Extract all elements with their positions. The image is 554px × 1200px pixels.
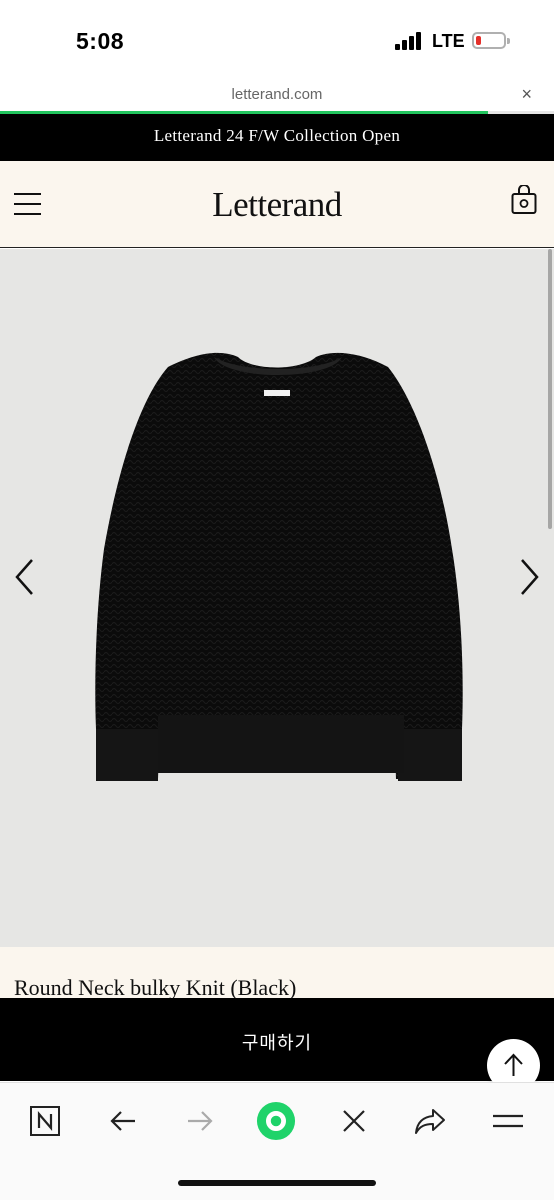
green-circle-icon[interactable] — [256, 1101, 296, 1141]
share-icon[interactable] — [410, 1101, 450, 1141]
site-logo[interactable]: Letterand — [0, 185, 554, 225]
network-label: LTE — [432, 31, 465, 51]
product-image-carousel[interactable] — [0, 249, 554, 947]
status-bar: 5:08 LTE — [0, 0, 554, 78]
announcement-banner[interactable]: Letterand 24 F/W Collection Open — [0, 114, 554, 161]
page-scrollbar[interactable] — [548, 249, 552, 529]
shopping-bag-icon[interactable] — [511, 184, 537, 215]
status-time: 5:08 — [76, 28, 125, 54]
announcement-text: Letterand 24 F/W Collection Open — [153, 126, 401, 145]
product-title: Round Neck bulky Knit (Black) — [14, 975, 297, 999]
buy-button[interactable]: 구매하기 — [0, 998, 554, 1081]
battery-icon — [472, 32, 510, 49]
buy-button-label: 구매하기 — [241, 1033, 313, 1053]
close-icon[interactable]: × — [521, 84, 532, 105]
home-indicator[interactable] — [178, 1180, 376, 1186]
back-arrow-icon[interactable] — [103, 1101, 143, 1141]
carousel-next-icon[interactable] — [516, 557, 542, 597]
forward-arrow-icon[interactable] — [180, 1101, 220, 1141]
url-bar[interactable]: letterand.com × — [0, 78, 554, 112]
url-text[interactable]: letterand.com — [0, 86, 554, 103]
product-title-strip: Round Neck bulky Knit (Black) — [0, 947, 554, 999]
signal-icon — [395, 32, 423, 50]
menu-lines-icon[interactable] — [488, 1101, 528, 1141]
product-image — [95, 352, 463, 781]
site-header: Letterand — [0, 161, 554, 248]
naver-n-icon[interactable] — [25, 1101, 65, 1141]
carousel-prev-icon[interactable] — [12, 557, 38, 597]
close-icon[interactable] — [334, 1101, 374, 1141]
